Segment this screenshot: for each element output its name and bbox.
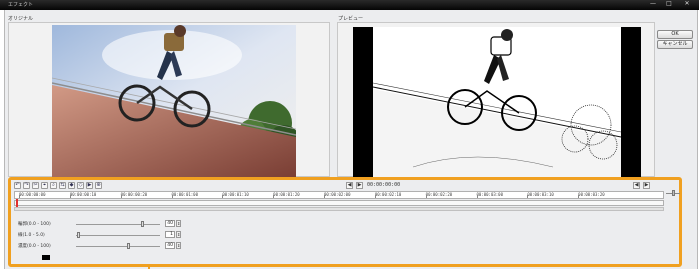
ruler-tick xyxy=(476,195,478,198)
ruler-tick xyxy=(578,195,580,198)
param-edge-spin[interactable]: ⇕ xyxy=(176,220,181,227)
go-end-button[interactable]: ▶ xyxy=(643,182,650,189)
minimize-icon[interactable]: — xyxy=(646,0,660,8)
param-line-label: 線(1.0 - 5.0) xyxy=(18,233,45,238)
timecode-display: 00:00:00:00 xyxy=(367,182,401,188)
param-density-label: 濃度(0.0 - 100) xyxy=(18,244,51,249)
ruler-tick-label: 00:00:02:00 xyxy=(324,192,351,197)
ruler-tick xyxy=(222,195,224,198)
close-icon[interactable]: ✕ xyxy=(678,0,696,8)
param-line-slider[interactable] xyxy=(76,235,160,236)
ruler-tick xyxy=(19,195,20,198)
next-frame-button[interactable]: ▶ xyxy=(356,182,363,189)
play-icon[interactable]: ▶ xyxy=(86,182,93,189)
window-titlebar: エフェクト — □ ✕ xyxy=(0,0,699,10)
window-title: エフェクト xyxy=(8,2,34,8)
cut-icon[interactable]: ✂ xyxy=(32,182,39,189)
param-line-knob[interactable] xyxy=(76,232,80,238)
go-start-button[interactable]: ◀ xyxy=(633,182,640,189)
original-image xyxy=(52,25,296,177)
ruler-tick xyxy=(273,195,275,198)
param-line: 線(1.0 - 5.0) 1 ⇕ xyxy=(18,231,181,239)
redo-icon[interactable]: ↷ xyxy=(23,182,30,189)
prev-frame-button[interactable]: ◀ xyxy=(346,182,353,189)
original-label: オリジナル xyxy=(8,16,34,22)
param-edge-slider[interactable] xyxy=(76,224,160,225)
ruler-tick-label: 00:00:01:00 xyxy=(171,192,199,197)
ruler-tick-label: 00:00:03:10 xyxy=(527,192,554,197)
ruler-tick xyxy=(374,195,376,198)
ruler-tick-label: 00:00:03:20 xyxy=(578,192,605,197)
preview-label: プレビュー xyxy=(338,16,364,22)
ruler-tick-label: 00:00:01:10 xyxy=(222,192,249,197)
timeline-track[interactable] xyxy=(14,200,664,206)
param-edge-label: 輪郭(0.0 - 100) xyxy=(18,222,51,227)
ok-button[interactable]: OK xyxy=(657,30,693,39)
preview-image xyxy=(353,27,641,177)
ruler-tick-label: 00:00:01:20 xyxy=(273,192,300,197)
ruler-tick-label: 00:00:02:10 xyxy=(374,192,402,197)
timeline-ruler[interactable]: 00:00:00:00 00:00:00:10 00:00:00:20 00:00:0… xyxy=(14,191,664,199)
target-icon[interactable]: ⌖ xyxy=(41,182,48,189)
param-edge-value[interactable]: 40 xyxy=(165,220,175,227)
ruler-tick xyxy=(171,195,173,198)
keyframe-toolbar: ↶ ↷ ✂ ⌖ ⌕ ⇆ ◆ ◇ ▶ ⊕ xyxy=(14,182,102,189)
add-point-icon[interactable]: ⊕ xyxy=(95,182,102,189)
ruler-tick xyxy=(324,195,325,198)
param-density-knob[interactable] xyxy=(127,243,131,249)
param-edge: 輪郭(0.0 - 100) 40 ⇕ xyxy=(18,220,181,228)
timeline-scrollbar[interactable] xyxy=(14,207,664,211)
keyframe-add-icon[interactable]: ◆ xyxy=(68,182,75,189)
param-density-spin[interactable]: ⇕ xyxy=(176,242,181,249)
keyframe-remove-icon[interactable]: ◇ xyxy=(77,182,84,189)
zoom-icon[interactable]: ⌕ xyxy=(50,182,57,189)
line-color-swatch[interactable] xyxy=(42,255,50,260)
swap-icon[interactable]: ⇆ xyxy=(59,182,66,189)
ruler-tick xyxy=(425,195,427,198)
maximize-icon[interactable]: □ xyxy=(662,0,676,8)
ruler-tick xyxy=(120,195,122,198)
ruler-tick-label: 00:00:00:20 xyxy=(120,192,148,197)
ruler-tick-label: 00:00:00:00 xyxy=(19,192,46,197)
param-line-spin[interactable]: ⇕ xyxy=(176,231,181,238)
param-edge-knob[interactable] xyxy=(140,221,144,227)
ruler-tick-label: 00:00:00:10 xyxy=(69,192,97,197)
ruler-tick-label: 00:00:03:00 xyxy=(476,192,504,197)
ruler-tick xyxy=(69,195,71,198)
param-density: 濃度(0.0 - 100) 40 ⇕ xyxy=(18,242,181,250)
timeline-zoom-knob[interactable] xyxy=(672,190,675,196)
undo-icon[interactable]: ↶ xyxy=(14,182,21,189)
param-density-slider[interactable] xyxy=(76,246,160,247)
param-line-value[interactable]: 1 xyxy=(165,231,175,238)
ruler-tick xyxy=(527,195,529,198)
ruler-tick-label: 00:00:02:20 xyxy=(425,192,453,197)
param-density-value[interactable]: 40 xyxy=(165,242,175,249)
cancel-button[interactable]: キャンセル xyxy=(657,40,693,49)
